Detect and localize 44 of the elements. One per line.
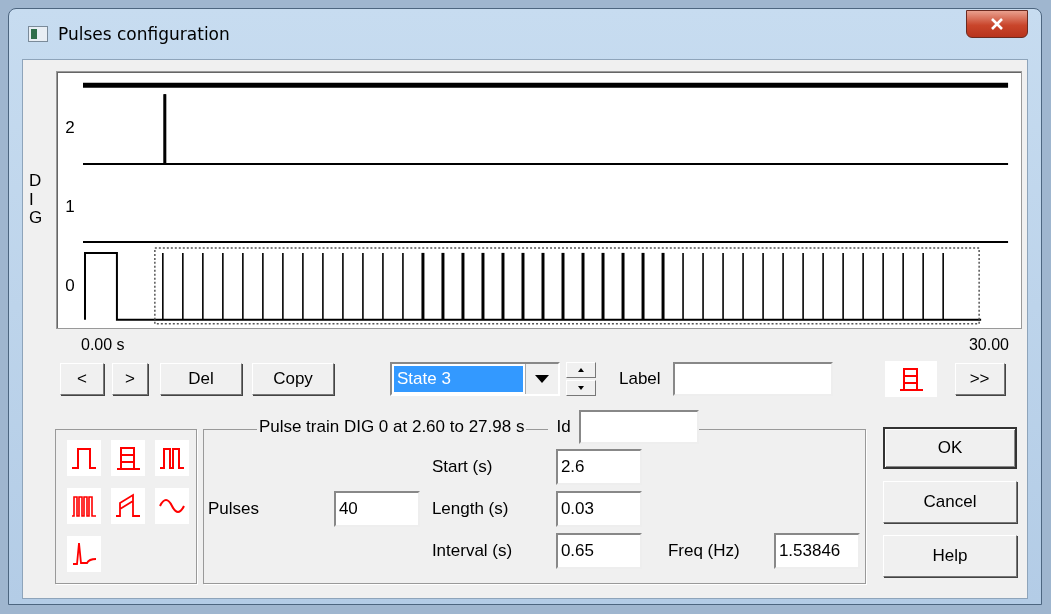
close-button[interactable] — [966, 10, 1028, 38]
pulses-input[interactable]: 40 — [333, 491, 420, 527]
dialog-button[interactable]: Cancel — [883, 481, 1017, 523]
value-input[interactable]: 2.6 — [555, 449, 642, 485]
window-icon — [28, 26, 48, 42]
pulse-type-button[interactable] — [155, 488, 189, 524]
channel-label: 0 — [65, 275, 75, 296]
axis-label: DIG — [29, 171, 43, 229]
label-caption: Label — [619, 369, 661, 389]
pulses-label: Pulses — [207, 499, 260, 519]
up-arrow-icon — [578, 368, 584, 372]
spin-up-button[interactable] — [566, 362, 596, 378]
field-label: Interval (s) — [431, 541, 514, 561]
pulse-type-button[interactable] — [111, 440, 145, 476]
dialog-button[interactable]: OK — [883, 427, 1017, 469]
dialog-button[interactable]: Help — [883, 535, 1017, 577]
toolbar-button[interactable]: Copy — [252, 363, 334, 395]
value-input[interactable]: 0.03 — [555, 491, 642, 527]
dropdown-arrow-icon — [535, 375, 549, 383]
down-arrow-icon — [578, 386, 584, 390]
field-label: Start (s) — [431, 457, 494, 477]
pulse-type-button[interactable] — [67, 536, 101, 572]
window-title: Pulses configuration — [58, 24, 231, 44]
toolbar-button[interactable]: < — [60, 363, 104, 395]
channel-label: 1 — [65, 196, 75, 217]
id-input[interactable] — [578, 410, 699, 444]
spin-down-button[interactable] — [566, 380, 596, 396]
channel-label: 2 — [65, 117, 75, 138]
freq-input[interactable]: 1.53846 — [773, 533, 860, 569]
start-time-label: 0.00 s — [81, 335, 125, 355]
pulse-type-button[interactable] — [67, 440, 101, 476]
freq-label: Freq (Hz) — [667, 541, 741, 561]
waveform-button[interactable] — [884, 361, 937, 397]
pulse-type-button[interactable] — [67, 488, 101, 524]
pulse-type-button[interactable] — [111, 488, 145, 524]
pulse-type-button[interactable] — [155, 440, 189, 476]
end-time-label: 30.00 — [968, 335, 1009, 355]
label-input[interactable] — [672, 362, 833, 396]
next-button[interactable]: >> — [954, 363, 1005, 395]
field-label: Length (s) — [431, 499, 510, 519]
value-input[interactable]: 0.65 — [555, 533, 642, 569]
toolbar-button[interactable]: Del — [160, 363, 242, 395]
toolbar-button[interactable]: > — [112, 363, 148, 395]
close-icon — [990, 18, 1004, 30]
